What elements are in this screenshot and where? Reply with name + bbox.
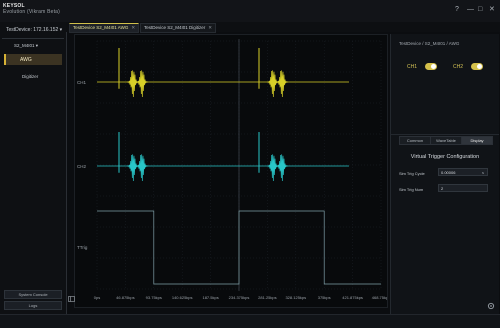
tab-common[interactable]: Common bbox=[400, 137, 431, 144]
panel-toggle-icon[interactable] bbox=[68, 296, 75, 302]
title-bar: KEYSOL Evolution (Vikram Beta) ? — □ ✕ bbox=[0, 0, 500, 23]
field-value: 2 bbox=[441, 186, 444, 191]
divider bbox=[391, 134, 499, 135]
ch2-label: CH2 bbox=[453, 64, 464, 70]
sidebar-item-label: Digitizer bbox=[22, 74, 39, 79]
x-tick-label: 46.875kps bbox=[116, 295, 134, 300]
breadcrumb: TestDevice / S2_M4I01 / AWG bbox=[399, 41, 460, 46]
field-value: 0.00006 bbox=[441, 170, 456, 175]
x-tick-label: 187.5kps bbox=[202, 295, 218, 300]
x-tick-label: 468.75kps bbox=[372, 295, 387, 300]
tab-awg[interactable]: TestDevice S2_M4I01 AWG ✕ bbox=[69, 23, 140, 33]
x-tick-label: 375kps bbox=[318, 295, 331, 300]
tab-bar: TestDevice S2_M4I01 AWG ✕ TestDevice S2_M… bbox=[66, 22, 500, 33]
tab-wavetable[interactable]: WaveTable bbox=[431, 137, 462, 144]
maximize-icon[interactable]: □ bbox=[478, 6, 482, 14]
section-title: Virtual Trigger Configuration bbox=[410, 154, 480, 160]
ch1-label: CH1 bbox=[407, 64, 418, 70]
logs-button[interactable]: Logs bbox=[4, 301, 62, 310]
settings-panel: TestDevice / S2_M4I01 / AWG CH1 CH2 Comm… bbox=[390, 34, 499, 314]
series-burst-ch1 bbox=[126, 70, 149, 97]
app-brand: KEYSOL Evolution (Vikram Beta) bbox=[3, 3, 60, 15]
channel-label: CH1 bbox=[77, 80, 86, 85]
x-tick-label: 140.625kps bbox=[172, 295, 193, 300]
sidebar: TestDevice: 172.16.152 ▾ S2_M4I01 ▾ AWG … bbox=[0, 22, 67, 314]
close-icon[interactable]: ✕ bbox=[131, 25, 135, 30]
tab-display[interactable]: Display bbox=[462, 137, 492, 144]
x-tick-label: 328.125kps bbox=[285, 295, 306, 300]
x-tick-label: 0ps bbox=[94, 295, 100, 300]
settings-gear-icon[interactable] bbox=[487, 302, 495, 310]
waveform-chart: CH1 CH2 TTrig 0ps 46.875kps 93.75kps 140.625kp… bbox=[77, 39, 387, 300]
system-console-button[interactable]: System Console bbox=[4, 290, 62, 299]
chevron-down-icon: ▾ bbox=[59, 27, 63, 33]
settings-tab-group: Common WaveTable Display bbox=[399, 136, 493, 145]
status-bar bbox=[0, 314, 500, 328]
minimize-icon[interactable]: — bbox=[467, 6, 474, 14]
module-tree-item[interactable]: S2_M4I01 ▾ bbox=[14, 43, 38, 49]
series-burst-ch2 bbox=[126, 154, 149, 181]
series-burst-ch2 bbox=[266, 154, 289, 181]
module-name: S2_M4I01 bbox=[14, 43, 35, 48]
device-tree-root[interactable]: TestDevice: 172.16.152 ▾ bbox=[6, 27, 62, 33]
sim-trig-num-label: Sim Trig Num bbox=[399, 187, 424, 192]
divider bbox=[2, 38, 64, 39]
close-icon[interactable]: ✕ bbox=[208, 25, 212, 30]
sim-trig-cycle-field[interactable]: 0.00006 s bbox=[438, 168, 488, 176]
toggle-knob bbox=[431, 64, 436, 69]
help-icon[interactable]: ? bbox=[455, 6, 459, 14]
channel-label: TTrig bbox=[77, 245, 88, 250]
series-line-ttrig bbox=[97, 210, 381, 285]
x-tick-label: 234.375kps bbox=[229, 295, 250, 300]
ch1-toggle[interactable] bbox=[425, 63, 437, 70]
ch2-toggle[interactable] bbox=[471, 63, 483, 70]
series-burst-ch1 bbox=[266, 70, 289, 97]
sidebar-item-digitizer[interactable]: Digitizer bbox=[22, 74, 38, 79]
x-tick-label: 281.25kps bbox=[258, 295, 276, 300]
tab-digitizer[interactable]: TestDevice S2_M4I01 Digitizer ✕ bbox=[140, 23, 217, 33]
x-tick-label: 421.875kps bbox=[342, 295, 363, 300]
x-tick-label: 93.75kps bbox=[146, 295, 162, 300]
waveform-plot[interactable]: CH1 CH2 TTrig 0ps 46.875kps 93.75kps 140.625kp… bbox=[74, 34, 388, 308]
sim-trig-cycle-label: Sim Trig Cycle bbox=[399, 171, 425, 176]
toggle-knob bbox=[477, 64, 482, 69]
tab-label: TestDevice S2_M4I01 Digitizer bbox=[144, 25, 206, 30]
sidebar-item-label: AWG bbox=[20, 57, 32, 63]
tab-label: TestDevice S2_M4I01 AWG bbox=[73, 25, 129, 30]
device-name: TestDevice: 172.16.152 bbox=[6, 27, 59, 33]
close-icon[interactable]: ✕ bbox=[489, 6, 495, 14]
sidebar-item-awg[interactable]: AWG bbox=[4, 54, 62, 65]
field-unit: s bbox=[482, 170, 484, 175]
app-window: KEYSOL Evolution (Vikram Beta) ? — □ ✕ T… bbox=[0, 0, 500, 328]
chevron-down-icon: ▾ bbox=[35, 43, 39, 48]
channel-label: CH2 bbox=[77, 164, 86, 169]
brand-subtitle: Evolution (Vikram Beta) bbox=[3, 9, 61, 15]
sim-trig-num-field[interactable]: 2 bbox=[438, 184, 488, 192]
